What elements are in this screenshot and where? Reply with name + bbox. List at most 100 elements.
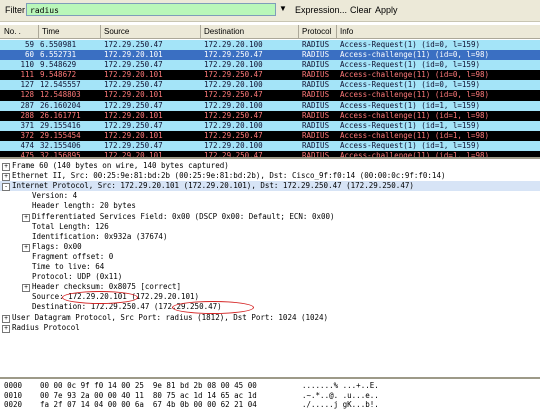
packet-row[interactable]: 474 32.155406 172.29.250.47 172.29.20.100 RA… (0, 140, 540, 152)
packet-row[interactable]: 288 26.161771 172.29.20.101 172.29.250.47 RA… (0, 110, 540, 121)
packet-row[interactable]: 371 29.155416 172.29.250.47 172.29.20.100 RA… (0, 120, 540, 131)
detail-line[interactable]: - Internet Protocol, Src: 172.29.20.101 (… (0, 181, 540, 192)
column-source[interactable]: Source (104, 27, 129, 36)
detail-text: Time to live: 64 (32, 262, 105, 271)
detail-text: Internet Protocol, Src: 172.29.20.101 (1… (12, 181, 414, 191)
packet-cell-time: 9.548629 (40, 60, 77, 70)
packet-cell-no: 475 (20, 151, 34, 159)
packet-row[interactable]: 372 29.155454 172.29.20.101 172.29.250.47 RA… (0, 130, 540, 141)
packet-cell-time: 26.161771 (40, 110, 81, 120)
packet-cell-info: Access-challenge(11) (id=1, l=98) (340, 110, 490, 120)
packet-row[interactable]: 111 9.548672 172.29.20.101 172.29.250.47 RAD… (0, 70, 540, 81)
packet-cell-src: 172.29.250.47 (104, 80, 163, 90)
packet-cell-no: 288 (20, 110, 34, 120)
hex-row[interactable]: 0020 fa 2f 07 14 04 00 00 6a 67 4b 0b 00 … (0, 400, 540, 409)
hex-off: 0020 (4, 400, 23, 409)
packet-cell-info: Access-Request(1) (id=0, l=159) (340, 40, 480, 49)
packet-cell-time: 32.155406 (40, 140, 81, 150)
column-destination[interactable]: Destination (204, 27, 244, 36)
packet-row[interactable]: 475 32.156895 172.29.20.101 172.29.250.47 RA… (0, 151, 540, 159)
clear-button[interactable]: Clear (350, 5, 372, 15)
detail-text: Differentiated Services Field: 0x00 (DSC… (32, 211, 335, 221)
packet-row[interactable]: 127 12.545557 172.29.250.47 172.29.20.100 RA… (0, 80, 540, 91)
chevron-down-icon[interactable]: ▼ (279, 4, 287, 13)
packet-cell-proto: RADIUS (302, 140, 330, 150)
detail-text: Frame 60 (140 bytes on wire, 140 bytes c… (12, 161, 229, 170)
detail-text: Radius Protocol (12, 322, 80, 332)
packet-cell-time: 9.548672 (40, 70, 77, 80)
detail-line[interactable]: Time to live: 64 (0, 262, 540, 272)
expression-button[interactable]: Expression... (295, 5, 347, 15)
detail-line[interactable]: + Header checksum: 0x8075 [correct] (0, 282, 540, 293)
packet-cell-src: 172.29.20.101 (104, 70, 163, 80)
filter-input[interactable]: radius (26, 3, 276, 16)
packet-row[interactable]: 59 6.550981 172.29.250.47 172.29.20.100 RADI… (0, 40, 540, 51)
packet-cell-src: 172.29.20.101 (104, 50, 163, 60)
detail-line[interactable]: + Frame 60 (140 bytes on wire, 140 bytes … (0, 161, 540, 171)
packet-row[interactable]: 110 9.548629 172.29.250.47 172.29.20.100 RAD… (0, 60, 540, 71)
packet-row[interactable]: 60 6.552731 172.29.20.101 172.29.250.47 RADI… (0, 50, 540, 61)
column-no[interactable]: No. . (4, 27, 21, 36)
packet-cell-dst: 172.29.250.47 (204, 151, 263, 159)
expand-icon[interactable]: + (2, 314, 10, 323)
packet-cell-proto: RADIUS (302, 80, 330, 90)
detail-line[interactable]: Fragment offset: 0 (0, 252, 540, 262)
detail-line[interactable]: Protocol: UDP (0x11) (0, 272, 540, 282)
packet-cell-time: 6.552731 (40, 50, 77, 60)
expand-icon[interactable]: + (22, 213, 30, 222)
packet-cell-no: 372 (20, 130, 34, 140)
packet-cell-no: 110 (20, 60, 34, 70)
expand-icon[interactable]: + (2, 324, 10, 333)
packet-cell-info: Access-Request(1) (id=0, l=159) (340, 60, 480, 70)
packet-cell-src: 172.29.250.47 (104, 60, 163, 70)
packet-row[interactable]: 287 26.160204 172.29.250.47 172.29.20.100 RA… (0, 100, 540, 111)
collapse-icon[interactable]: - (2, 183, 10, 192)
detail-line[interactable]: + Radius Protocol (0, 323, 540, 333)
hex-row[interactable]: 0000 00 00 0c 9f f0 14 00 25 9e 81 bd 2b … (0, 381, 540, 390)
column-protocol[interactable]: Protocol (302, 27, 331, 36)
packet-cell-info: Access-challenge(11) (id=0, l=98) (340, 70, 490, 80)
packet-cell-no: 60 (24, 50, 34, 60)
packet-row[interactable]: 128 12.548803 172.29.20.101 172.29.250.47 RA… (0, 90, 540, 101)
expand-icon[interactable]: + (2, 173, 10, 182)
expand-icon[interactable]: + (22, 243, 30, 252)
hex-dump: 0000 00 00 0c 9f f0 14 00 25 9e 81 bd 2b … (0, 379, 540, 416)
packet-cell-dst: 172.29.20.100 (204, 140, 263, 150)
packet-cell-src: 172.29.250.47 (104, 40, 163, 49)
packet-cell-dst: 172.29.20.100 (204, 40, 263, 49)
detail-line[interactable]: Total Length: 126 (0, 222, 540, 232)
packet-cell-no: 111 (20, 70, 34, 80)
packet-cell-time: 12.545557 (40, 80, 81, 90)
detail-line[interactable]: + User Datagram Protocol, Src Port: radiu… (0, 313, 540, 323)
detail-line[interactable]: Version: 4 (0, 191, 540, 201)
detail-text: Identification: 0x932a (37674) (32, 231, 168, 241)
packet-cell-proto: RADIUS (302, 120, 330, 130)
apply-button[interactable]: Apply (375, 5, 398, 15)
hex-row[interactable]: 0010 00 7e 93 2a 00 00 40 11 80 75 ac 1d … (0, 391, 540, 400)
packet-cell-no: 127 (20, 80, 34, 90)
packet-cell-proto: RADIUS (302, 90, 330, 100)
column-time[interactable]: Time (42, 27, 59, 36)
detail-line[interactable]: Header length: 20 bytes (0, 201, 540, 211)
detail-line[interactable]: Identification: 0x932a (37674) (0, 232, 540, 242)
packet-cell-time: 29.155416 (40, 120, 81, 130)
packet-cell-info: Access-Request(1) (id=1, l=159) (340, 100, 480, 110)
column-info[interactable]: Info (340, 27, 353, 36)
expand-icon[interactable]: + (22, 284, 30, 293)
hex-off: 0000 (4, 381, 23, 390)
detail-line[interactable]: + Ethernet II, Src: 00:25:9e:81:bd:2b (00… (0, 171, 540, 182)
packet-cell-no: 474 (20, 140, 34, 150)
packet-cell-info: Access-Request(1) (id=1, l=159) (340, 140, 480, 150)
packet-cell-proto: RADIUS (302, 151, 330, 159)
detail-line[interactable]: Source: 172.29.20.101 (172.29.20.101) (0, 292, 540, 302)
detail-line[interactable]: + Flags: 0x00 (0, 242, 540, 252)
packet-cell-src: 172.29.250.47 (104, 120, 163, 130)
packet-cell-no: 287 (20, 100, 34, 110)
packet-cell-src: 172.29.20.101 (104, 151, 163, 159)
detail-text: User Datagram Protocol, Src Port: radius… (12, 312, 329, 322)
expand-icon[interactable]: + (2, 163, 10, 171)
detail-line[interactable]: + Differentiated Services Field: 0x00 (DS… (0, 212, 540, 222)
packet-cell-dst: 172.29.20.100 (204, 120, 263, 130)
detail-line[interactable]: Destination: 172.29.250.47 (172.29.250.4… (0, 302, 540, 312)
packet-cell-info: Access-challenge(11) (id=0, l=98) (340, 50, 490, 60)
